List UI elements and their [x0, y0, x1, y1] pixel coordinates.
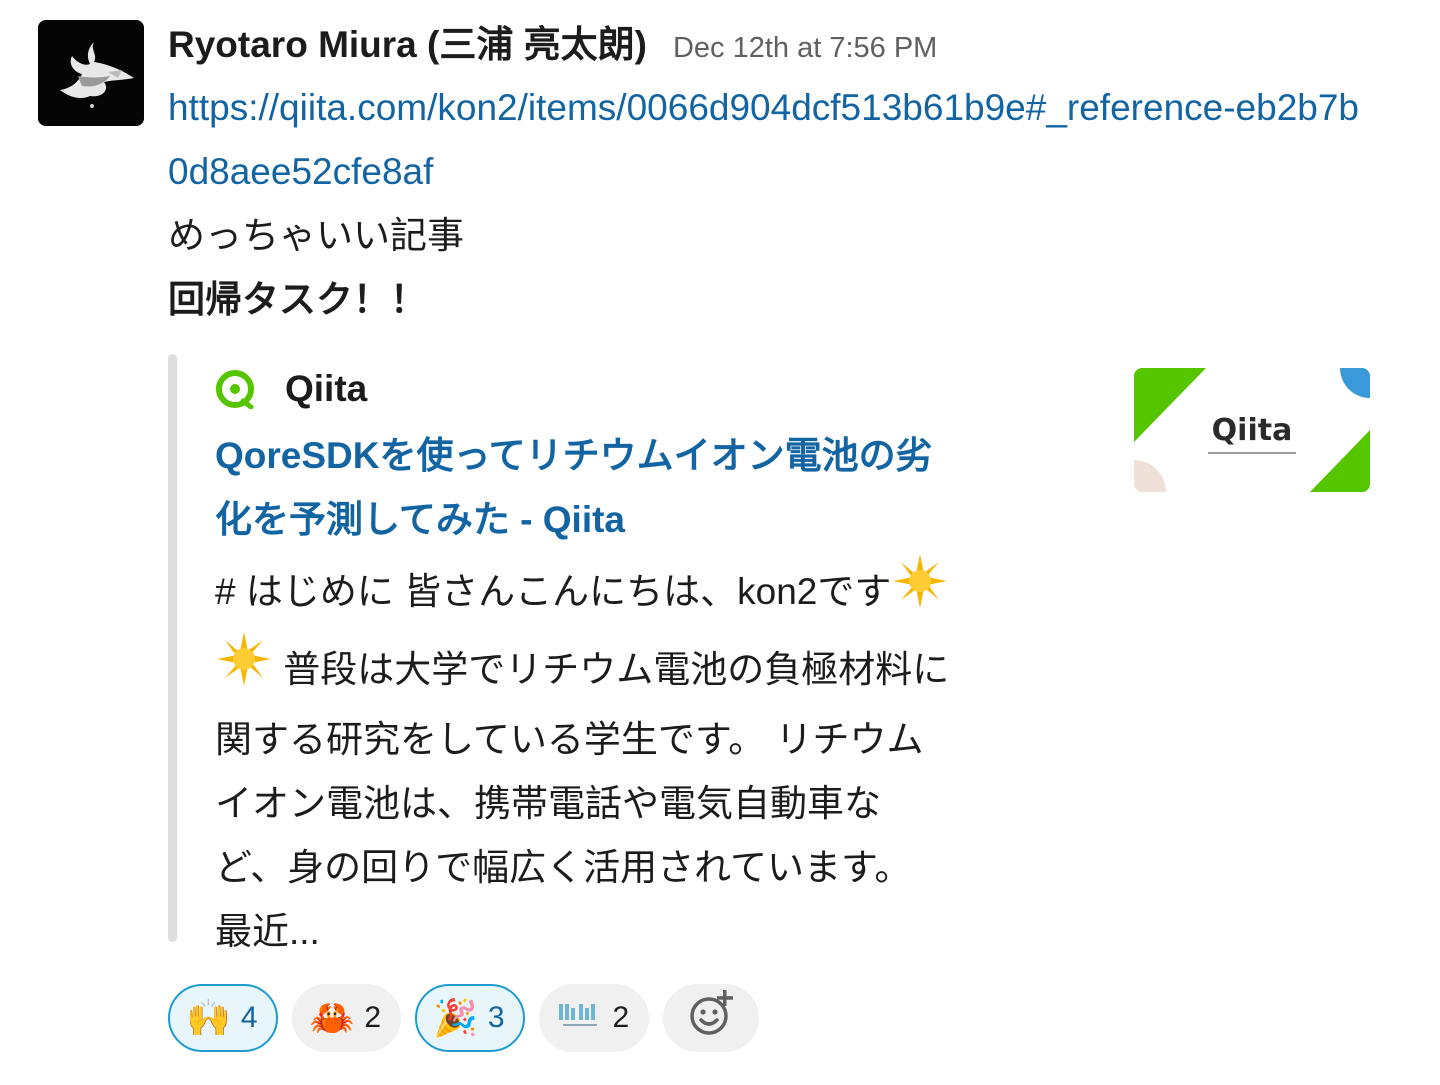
link-unfurl-attachment: Qiita QoreSDKを使ってリチウムイオン電池の劣 化を予測してみた - … — [168, 354, 1378, 952]
timestamp[interactable]: Dec 12th at 7:56 PM — [673, 32, 937, 65]
attachment-title-line: 化を予測してみた - Qiita — [215, 499, 626, 540]
qiita-icon — [215, 369, 255, 409]
reaction-crab[interactable]: 🦀 2 — [291, 984, 402, 1052]
reactions-bar: 🙌 4 🦀 2 🎉 3 2 — [168, 984, 760, 1052]
sparkle-icon — [891, 552, 949, 630]
attachment-service: Qiita — [215, 354, 1095, 424]
reaction-custom[interactable]: 2 — [538, 984, 650, 1052]
custom-emoji-icon — [557, 998, 603, 1038]
desc-line: 普段は大学でリチウム電池の負極材料に — [273, 649, 950, 690]
author-name[interactable]: Ryotaro Miura (三浦 亮太朗) — [168, 14, 647, 68]
crab-icon: 🦀 — [309, 997, 355, 1038]
add-reaction-icon — [685, 988, 737, 1048]
attachment-thumbnail[interactable]: Qiita — [1134, 368, 1370, 492]
sparkle-icon — [215, 630, 273, 708]
message: Ryotaro Miura (三浦 亮太朗) Dec 12th at 7:56 … — [0, 0, 1440, 1085]
message-header: Ryotaro Miura (三浦 亮太朗) Dec 12th at 7:56 … — [168, 14, 1378, 76]
attachment-bar — [168, 354, 177, 942]
message-link[interactable]: https://qiita.com/kon2/items/0066d904dcf… — [168, 76, 1368, 204]
thumbnail-logo-text: Qiita — [1212, 413, 1293, 448]
desc-line: ど、身の回りで幅広く活用されています。 — [215, 847, 912, 888]
service-name: Qiita — [285, 368, 368, 409]
reaction-count: 3 — [487, 1001, 505, 1034]
party-popper-icon: 🎉 — [433, 997, 478, 1038]
attachment-body: Qiita QoreSDKを使ってリチウムイオン電池の劣 化を予測してみた - … — [215, 354, 1095, 964]
desc-line: 関する研究をしている学生です。 リチウム — [215, 719, 924, 760]
attachment-description: # はじめに 皆さんこんにちは、kon2です 普段は大学でリチウム電池の負極材料… — [215, 552, 1095, 964]
desc-line: イオン電池は、携帯電話や電気自動車な — [215, 783, 881, 824]
reaction-count: 4 — [240, 1001, 258, 1034]
reaction-count: 2 — [612, 1001, 630, 1034]
reaction-count: 2 — [364, 1001, 382, 1034]
message-text-line: めっちゃいい記事 — [168, 215, 464, 256]
reaction-raised-hands[interactable]: 🙌 4 — [168, 984, 278, 1052]
add-reaction-button[interactable] — [663, 984, 760, 1052]
attachment-title[interactable]: QoreSDKを使ってリチウムイオン電池の劣 化を予測してみた - Qiita — [215, 424, 1095, 552]
message-content: Ryotaro Miura (三浦 亮太朗) Dec 12th at 7:56 … — [168, 14, 1378, 952]
raised-hands-icon: 🙌 — [186, 997, 231, 1038]
avatar[interactable] — [38, 20, 144, 126]
desc-line: 最近... — [215, 911, 320, 952]
desc-line: # はじめに 皆さんこんにちは、kon2です — [215, 571, 892, 612]
message-text-line-bold: 回帰タスク！！ — [168, 279, 427, 320]
reaction-party-popper[interactable]: 🎉 3 — [415, 984, 525, 1052]
attachment-title-line: QoreSDKを使ってリチウムイオン電池の劣 — [215, 435, 933, 476]
